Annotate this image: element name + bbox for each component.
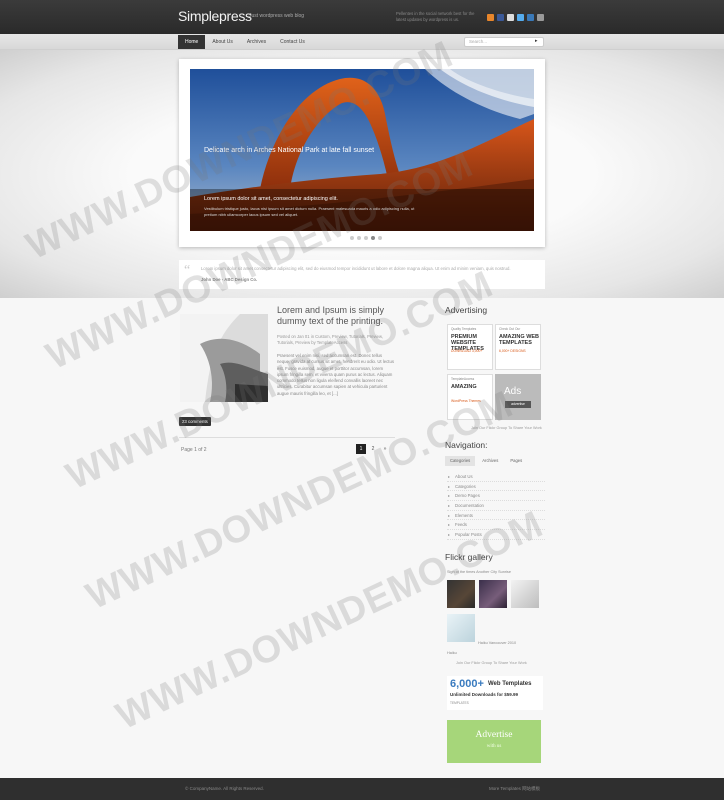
page-2-button[interactable]: 2 bbox=[368, 444, 378, 454]
web-templates-banner[interactable]: 6,000+ Web Templates Unlimited Downloads… bbox=[447, 676, 543, 710]
nav-link-categories[interactable]: Categories bbox=[447, 482, 545, 492]
ad-placeholder-text: Ads bbox=[504, 386, 522, 397]
advertise-button[interactable]: advertise bbox=[505, 401, 531, 408]
flickr-photo[interactable] bbox=[447, 614, 475, 642]
navigation-title: Navigation: bbox=[445, 440, 488, 450]
slide-band-title: Lorem ipsum dolor sit amet, consectetur … bbox=[204, 196, 338, 202]
slider-dot[interactable] bbox=[378, 236, 382, 240]
slider-dot[interactable] bbox=[350, 236, 354, 240]
page-1-button[interactable]: 1 bbox=[356, 444, 366, 454]
testimonial-text: Lorem ipsum dolor sit amet consectetur a… bbox=[201, 266, 511, 271]
nav-link-about-us[interactable]: About Us bbox=[447, 472, 545, 482]
nav-contact-us[interactable]: Contact Us bbox=[273, 35, 312, 49]
slider-dot-active[interactable] bbox=[371, 236, 375, 240]
testimonial-author: John Doe - ABC Design Co. bbox=[201, 277, 258, 282]
nav-link-popular-posts[interactable]: Popular Posts bbox=[447, 530, 545, 540]
banner-small-text: TEMPLATES bbox=[450, 701, 469, 705]
ad-headline: AMAZING bbox=[451, 384, 477, 390]
site-footer bbox=[0, 778, 724, 800]
advertising-title: Advertising bbox=[445, 305, 488, 315]
flickr-title: Flickr gallery bbox=[445, 552, 493, 562]
slider-dot[interactable] bbox=[357, 236, 361, 240]
flickr-captions: Haiku Vancouver 2010 bbox=[478, 641, 517, 645]
post-thumbnail[interactable] bbox=[180, 314, 268, 402]
page-count: Page 1 of 2 bbox=[181, 447, 207, 453]
comments-badge[interactable]: 23 comments bbox=[179, 417, 211, 426]
social-icons bbox=[487, 14, 544, 21]
banner-title: Web Templates bbox=[488, 681, 532, 687]
divider bbox=[179, 437, 395, 438]
site-logo[interactable]: Simplepress bbox=[178, 8, 252, 24]
advertise-title: Advertise bbox=[475, 730, 513, 740]
post-meta: Posted on Jan 01 in Custom, Preview, Tut… bbox=[277, 334, 383, 345]
flickr-photo[interactable] bbox=[447, 580, 475, 608]
facebook-icon[interactable] bbox=[497, 14, 504, 21]
site-header bbox=[0, 0, 724, 34]
ad-banner-amazing[interactable]: Check Out Our AMAZING WEB TEMPLATES 6,00… bbox=[495, 324, 541, 370]
nav-link-elements[interactable]: Elements bbox=[447, 511, 545, 521]
nav-link-feeds[interactable]: Feeds bbox=[447, 520, 545, 531]
navigation-list: About Us Categories Demo Pages Documenta… bbox=[447, 472, 545, 540]
navigation-tabs: Categories Archives Pages bbox=[445, 456, 527, 466]
advertise-subtitle: with us bbox=[486, 744, 502, 749]
tab-archives[interactable]: Archives bbox=[477, 456, 503, 466]
ad-sub: 6,000+ DESIGNS bbox=[499, 349, 526, 353]
nav-about-us[interactable]: About Us bbox=[205, 35, 240, 49]
ad-sub: WordPress Themes bbox=[451, 399, 481, 403]
tab-pages[interactable]: Pages bbox=[505, 456, 527, 466]
ad-small-text: Check Out Our bbox=[499, 327, 521, 331]
ad-sub: DOWNLOAD 3,000+ bbox=[451, 349, 483, 353]
search-input[interactable]: Search... bbox=[464, 37, 544, 47]
search-submit-icon[interactable]: ▸ bbox=[535, 38, 538, 44]
flickr-photo[interactable] bbox=[479, 580, 507, 608]
pager: 1 2 » bbox=[356, 444, 390, 454]
delicious-icon[interactable] bbox=[507, 14, 514, 21]
ad-headline: AMAZING WEB TEMPLATES bbox=[499, 334, 540, 346]
ad-banner-premium[interactable]: Quality Templates PREMIUM WEBSITE TEMPLA… bbox=[447, 324, 493, 370]
slider-dot[interactable] bbox=[364, 236, 368, 240]
slide-band-text: Vestibulum tristique justo, lacus nisi i… bbox=[204, 206, 415, 217]
twitter-icon[interactable] bbox=[517, 14, 524, 21]
banner-subtitle: Unlimited Downloads for $59.99 bbox=[450, 692, 519, 697]
nav-link-demo-pages[interactable]: Demo Pages bbox=[447, 491, 545, 502]
nav-home[interactable]: Home bbox=[178, 35, 206, 49]
tab-categories[interactable]: Categories bbox=[445, 456, 476, 466]
banner-number: 6,000+ bbox=[450, 678, 484, 690]
rss-icon[interactable] bbox=[487, 14, 494, 21]
quote-icon: “ bbox=[184, 263, 191, 278]
advertise-banner[interactable]: Advertise with us bbox=[447, 720, 541, 763]
post-title[interactable]: Lorem and Ipsum is simply dummy text of … bbox=[277, 305, 402, 327]
main-nav: Home About Us Archives Contact Us bbox=[178, 35, 312, 49]
stumble-icon[interactable] bbox=[537, 14, 544, 21]
post-excerpt: Praesent vel enim nisi, sed accumsan est… bbox=[277, 353, 395, 396]
digg-icon[interactable] bbox=[527, 14, 534, 21]
ads-cta-link[interactable]: Join Our Flickr Group To Share Your Work bbox=[471, 426, 542, 430]
ad-small-text: TemplateAccess bbox=[451, 377, 475, 381]
slider-pagination bbox=[350, 236, 382, 240]
copyright: © CompanyName. All Rights Reserved. bbox=[185, 786, 264, 791]
ad-small-text: Quality Templates bbox=[451, 327, 477, 331]
ad-banner-wordpress[interactable]: TemplateAccess AMAZING WordPress Themes bbox=[447, 374, 493, 420]
flickr-captions: Haiku bbox=[447, 651, 457, 655]
flickr-captions: Sign of the times Another City Sunrise bbox=[447, 570, 511, 574]
flickr-photo[interactable] bbox=[511, 580, 539, 608]
slide-caption: Delicate arch in Arches National Park at… bbox=[204, 147, 375, 154]
next-page-button[interactable]: » bbox=[380, 444, 390, 454]
nav-archives[interactable]: Archives bbox=[240, 35, 273, 49]
ad-banner-placeholder[interactable]: Ads advertise bbox=[495, 374, 541, 420]
site-tagline: Just wordpress web blog bbox=[249, 13, 305, 19]
footer-credit[interactable]: More Templates 网站模板 bbox=[489, 786, 540, 792]
flickr-cta-link[interactable]: Join Our Flickr Group To Share Your Work bbox=[456, 661, 527, 665]
nav-link-documentation[interactable]: Documentation bbox=[447, 501, 545, 511]
header-note: Pellentes in the social network best for… bbox=[396, 11, 475, 22]
nav-bar bbox=[0, 34, 724, 50]
testimonial-box bbox=[179, 260, 545, 289]
